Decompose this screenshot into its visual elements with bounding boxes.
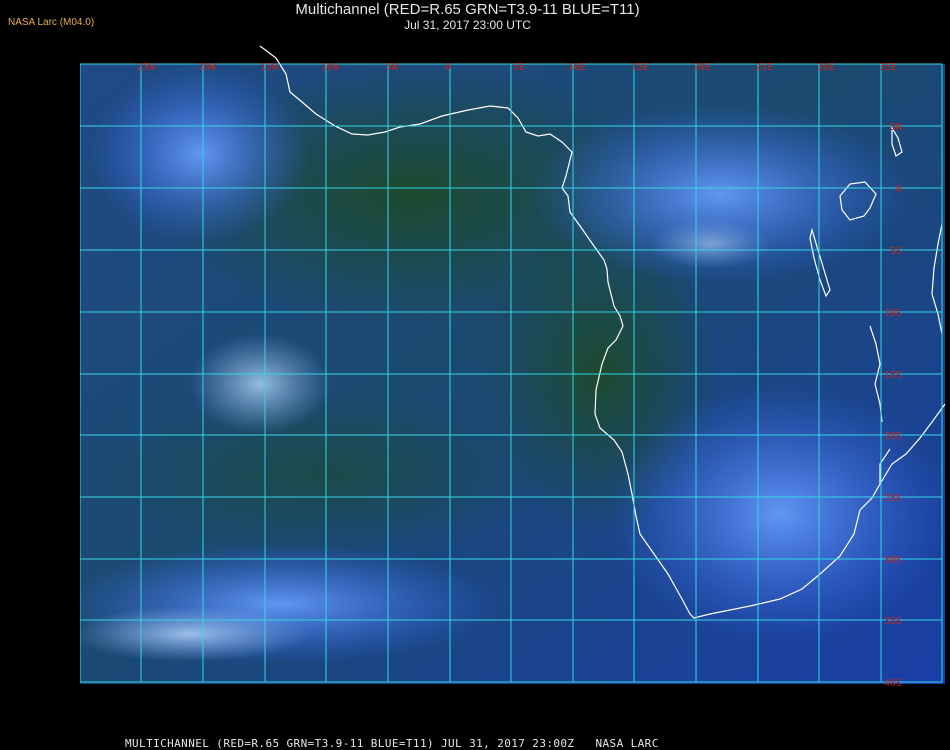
image-timestamp: Jul 31, 2017 23:00 UTC xyxy=(404,18,531,32)
latitude-label: 10S xyxy=(884,308,902,319)
latitude-label: 15S xyxy=(884,370,902,381)
longitude-label: 10E xyxy=(568,62,586,73)
longitude-label: 5E xyxy=(513,62,525,73)
longitude-label: 35E xyxy=(879,62,897,73)
longitude-label: 15W xyxy=(260,62,279,73)
latitude-label: 30S xyxy=(884,555,902,566)
longitude-label: 5W xyxy=(386,62,399,73)
footer-caption: MULTICHANNEL (RED=R.65 GRN=T3.9-11 BLUE=… xyxy=(125,737,659,750)
longitude-label: 10W xyxy=(321,62,340,73)
latitude-label: 35S xyxy=(884,616,902,627)
longitude-label: 25E xyxy=(755,62,773,73)
cloud-streak xyxy=(80,606,310,662)
cloud-free-ocean-region xyxy=(100,394,560,554)
longitude-label: 25W xyxy=(137,62,156,73)
image-title: Multichannel (RED=R.65 GRN=T3.9-11 BLUE=… xyxy=(295,1,640,18)
latitude-label: 5S xyxy=(890,246,902,257)
satellite-map: 25W 20W 15W 10W 5W 0 5E 10E 15E 20E 25E 30E 35E 5N 0 5… xyxy=(80,44,950,728)
latitude-label: 5N xyxy=(890,122,902,133)
longitude-label: 30E xyxy=(817,62,835,73)
cloud-streak xyxy=(650,219,770,269)
longitude-label: 15E xyxy=(631,62,649,73)
satellite-map-svg: 25W 20W 15W 10W 5W 0 5E 10E 15E 20E 25E 30E 35E 5N 0 5… xyxy=(80,44,950,728)
latitude-label: 20S xyxy=(884,431,902,442)
cloud-streak xyxy=(190,334,330,434)
longitude-label: 20W xyxy=(198,62,217,73)
longitude-label: 0 xyxy=(445,62,451,73)
cloud-band xyxy=(90,64,310,244)
latitude-label: 0 xyxy=(896,184,902,195)
longitude-label: 20E xyxy=(693,62,711,73)
latitude-label: 25S xyxy=(884,493,902,504)
latitude-label: 40S xyxy=(884,678,902,689)
cloud-band xyxy=(610,384,950,644)
